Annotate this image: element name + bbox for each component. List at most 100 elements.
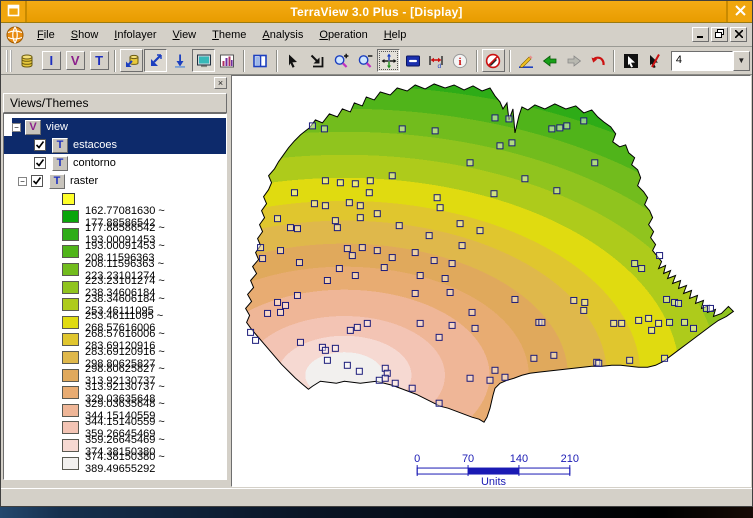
station-marker xyxy=(531,355,537,361)
previous-display-button[interactable] xyxy=(401,49,424,72)
scale-combo-value[interactable]: 4 xyxy=(671,51,733,71)
titlebar[interactable]: TerraView 3.0 Plus - [Display] xyxy=(1,1,752,23)
legend-swatch xyxy=(62,351,79,364)
station-marker xyxy=(512,296,518,302)
menu-item-theme[interactable]: Theme xyxy=(205,26,253,44)
mdi-restore-button[interactable] xyxy=(711,27,728,42)
deselect-cursor-button[interactable] xyxy=(643,49,666,72)
tree-item-view[interactable]: − V view xyxy=(12,118,226,136)
zoom-in-icon xyxy=(333,53,349,69)
display-window-button[interactable] xyxy=(192,49,215,72)
themes-button[interactable]: T xyxy=(88,49,111,72)
tree-item-estacoes[interactable]: T estacoes xyxy=(4,136,226,154)
deselect-cursor-icon xyxy=(646,53,662,69)
estacoes-checkbox[interactable] xyxy=(34,139,46,151)
mdi-close-button[interactable] xyxy=(730,27,747,42)
zoom-out-button[interactable] xyxy=(353,49,376,72)
select-cursor-button[interactable] xyxy=(619,49,642,72)
import-table-button[interactable] xyxy=(168,49,191,72)
edit-disabled-icon xyxy=(485,53,501,69)
pointer-button[interactable] xyxy=(282,49,305,72)
forward-arrow-icon xyxy=(566,53,582,69)
station-marker xyxy=(297,339,303,345)
undo-button[interactable] xyxy=(586,49,609,72)
desktop-taskbar xyxy=(0,507,753,518)
toolbar-separator xyxy=(243,50,245,72)
draw-line-button[interactable] xyxy=(515,49,538,72)
views-themes-tree[interactable]: − V view T estacoes T contorno − xyxy=(3,113,227,480)
mdi-minimize-button[interactable] xyxy=(692,27,709,42)
station-marker xyxy=(492,367,498,373)
tree-item-label: contorno xyxy=(73,157,116,169)
station-marker xyxy=(357,215,363,221)
menu-item-analysis[interactable]: Analysis xyxy=(255,26,310,44)
legend-swatch xyxy=(62,210,79,223)
station-marker xyxy=(477,228,483,234)
toolbar-drag-handle[interactable] xyxy=(6,50,12,72)
import-data-icon xyxy=(124,53,140,69)
import-view-button[interactable] xyxy=(144,49,167,72)
measure-distance-icon: d xyxy=(428,53,444,69)
station-marker xyxy=(258,245,264,251)
window-close-button[interactable] xyxy=(726,1,752,22)
raster-checkbox[interactable] xyxy=(31,175,43,187)
station-marker xyxy=(506,116,512,122)
theme-node-icon: T xyxy=(52,156,68,171)
forward-arrow-button[interactable] xyxy=(562,49,585,72)
views-button[interactable]: V xyxy=(64,49,87,72)
station-marker xyxy=(691,325,697,331)
fit-extent-button[interactable] xyxy=(306,49,329,72)
menu-item-operation[interactable]: Operation xyxy=(312,26,374,44)
window-menu-button[interactable] xyxy=(1,1,27,22)
pan-button[interactable] xyxy=(377,49,400,72)
menu-item-file[interactable]: File xyxy=(30,26,62,44)
station-marker xyxy=(417,320,423,326)
station-marker xyxy=(275,299,281,305)
infolayer-button[interactable]: I xyxy=(40,49,63,72)
import-view-icon xyxy=(148,53,164,69)
undo-icon xyxy=(590,53,606,69)
station-marker xyxy=(707,305,713,311)
chevron-down-icon[interactable]: ▼ xyxy=(733,51,750,71)
histogram-button[interactable] xyxy=(216,49,239,72)
back-arrow-button[interactable] xyxy=(538,49,561,72)
contorno-checkbox[interactable] xyxy=(34,157,46,169)
tile-windows-button[interactable] xyxy=(249,49,272,72)
import-data-button[interactable] xyxy=(120,49,143,72)
station-marker xyxy=(431,258,437,264)
scale-combo[interactable]: 4 ▼ xyxy=(671,51,750,71)
legend-item[interactable]: 374.38150380 ~ 389.49655292 xyxy=(4,454,226,472)
scale-units-label: Units xyxy=(481,476,507,487)
station-marker xyxy=(336,266,342,272)
station-marker xyxy=(492,115,498,121)
station-marker xyxy=(364,320,370,326)
station-marker xyxy=(389,173,395,179)
menu-item-help[interactable]: Help xyxy=(377,26,414,44)
station-marker xyxy=(432,128,438,134)
station-marker xyxy=(442,276,448,282)
terraview-globe-icon xyxy=(6,26,24,44)
toolbar-separator xyxy=(613,50,615,72)
database-button[interactable] xyxy=(16,49,39,72)
collapse-expander-icon[interactable]: − xyxy=(18,177,27,186)
collapse-expander-icon[interactable]: − xyxy=(12,123,21,132)
menu-item-show[interactable]: Show xyxy=(64,26,106,44)
zoom-in-button[interactable] xyxy=(329,49,352,72)
tree-item-raster[interactable]: − T raster xyxy=(4,172,226,190)
legend-swatch xyxy=(62,298,79,311)
station-marker xyxy=(449,322,455,328)
info-button[interactable]: i xyxy=(449,49,472,72)
station-marker xyxy=(287,225,293,231)
measure-distance-button[interactable]: d xyxy=(425,49,448,72)
map-canvas[interactable]: 070140210Units xyxy=(231,75,751,487)
station-marker xyxy=(296,260,302,266)
menu-item-view[interactable]: View xyxy=(165,26,203,44)
panel-close-button[interactable]: × xyxy=(214,77,227,89)
edit-disabled-button[interactable] xyxy=(482,49,505,72)
station-marker xyxy=(491,191,497,197)
menu-item-infolayer[interactable]: Infolayer xyxy=(107,26,163,44)
station-marker xyxy=(467,160,473,166)
tree-item-contorno[interactable]: T contorno xyxy=(4,154,226,172)
station-marker xyxy=(260,256,266,262)
station-marker xyxy=(564,123,570,129)
